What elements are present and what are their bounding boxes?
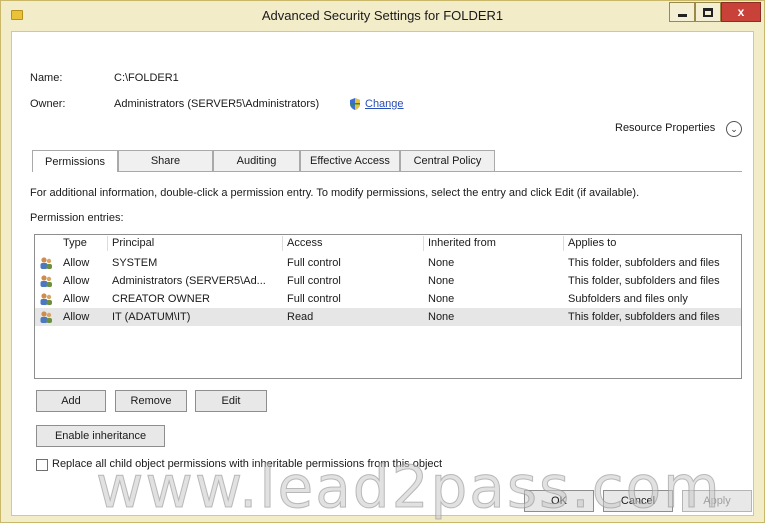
cell-principal: CREATOR OWNER — [112, 293, 210, 305]
table-row-selected[interactable]: Allow IT (ADATUM\IT) Read None This fold… — [35, 308, 741, 326]
minimize-button[interactable] — [669, 2, 695, 22]
column-divider[interactable] — [423, 236, 424, 251]
add-button[interactable]: Add — [36, 390, 106, 412]
users-icon — [40, 257, 52, 269]
window-title: Advanced Security Settings for FOLDER1 — [261, 8, 504, 23]
cell-inherited-from: None — [428, 311, 455, 323]
column-divider[interactable] — [563, 236, 564, 251]
cell-principal: Administrators (SERVER5\Ad... — [112, 275, 266, 287]
cell-access: Read — [287, 311, 314, 323]
table-row[interactable]: Allow Administrators (SERVER5\Ad... Full… — [35, 272, 741, 290]
column-header-applies-to[interactable]: Applies to — [568, 237, 616, 249]
cell-type: Allow — [63, 311, 90, 323]
column-header-access[interactable]: Access — [287, 237, 322, 249]
change-owner-link[interactable]: Change — [365, 98, 404, 110]
advanced-security-window: Advanced Security Settings for FOLDER1 x… — [0, 0, 765, 523]
cell-applies-to: Subfolders and files only — [568, 293, 688, 305]
enable-inheritance-button[interactable]: Enable inheritance — [36, 425, 165, 447]
table-row[interactable]: Allow SYSTEM Full control None This fold… — [35, 254, 741, 272]
remove-button[interactable]: Remove — [115, 390, 187, 412]
info-text: For additional information, double-click… — [30, 187, 640, 199]
tab-share[interactable]: Share — [118, 150, 213, 171]
users-icon — [40, 311, 52, 323]
cell-principal: IT (ADATUM\IT) — [112, 311, 191, 323]
chevron-down-circle-icon[interactable]: ⌄ — [726, 121, 742, 137]
column-divider[interactable] — [107, 236, 108, 251]
owner-value: Administrators (SERVER5\Administrators) — [114, 98, 320, 110]
cell-access: Full control — [287, 275, 341, 287]
tab-effective-access[interactable]: Effective Access — [300, 150, 400, 171]
tab-permissions[interactable]: Permissions — [32, 150, 118, 172]
cell-type: Allow — [63, 257, 90, 269]
cell-type: Allow — [63, 275, 90, 287]
apply-button[interactable]: Apply — [682, 490, 752, 512]
replace-permissions-checkbox[interactable] — [36, 459, 48, 471]
column-header-type[interactable]: Type — [63, 237, 87, 249]
name-value: C:\FOLDER1 — [114, 72, 179, 84]
owner-label: Owner: — [30, 98, 66, 110]
edit-button[interactable]: Edit — [195, 390, 267, 412]
cell-inherited-from: None — [428, 257, 455, 269]
tab-central-policy[interactable]: Central Policy — [400, 150, 495, 171]
cell-applies-to: This folder, subfolders and files — [568, 311, 720, 323]
maximize-button[interactable] — [695, 2, 721, 22]
close-button[interactable]: x — [721, 2, 761, 22]
users-icon — [40, 275, 52, 287]
cell-access: Full control — [287, 293, 341, 305]
column-header-principal[interactable]: Principal — [112, 237, 154, 249]
table-row[interactable]: Allow CREATOR OWNER Full control None Su… — [35, 290, 741, 308]
cell-inherited-from: None — [428, 293, 455, 305]
name-label: Name: — [30, 72, 63, 84]
users-icon — [40, 293, 52, 305]
title-bar[interactable]: Advanced Security Settings for FOLDER1 x — [1, 1, 764, 31]
maximize-icon — [703, 7, 713, 17]
replace-permissions-label[interactable]: Replace all child object permissions wit… — [52, 458, 442, 470]
cell-applies-to: This folder, subfolders and files — [568, 257, 720, 269]
cell-access: Full control — [287, 257, 341, 269]
tab-auditing[interactable]: Auditing — [213, 150, 300, 171]
cancel-button[interactable]: Cancel — [603, 490, 673, 512]
resource-properties-label[interactable]: Resource Properties — [615, 122, 715, 134]
list-header: Type Principal Access Inherited from App… — [35, 235, 741, 252]
column-divider[interactable] — [282, 236, 283, 251]
uac-shield-icon — [350, 98, 360, 110]
cell-applies-to: This folder, subfolders and files — [568, 275, 720, 287]
column-header-inherited-from[interactable]: Inherited from — [428, 237, 496, 249]
tab-panel-border — [32, 171, 742, 172]
permission-entries-list[interactable]: Type Principal Access Inherited from App… — [34, 234, 742, 379]
cell-principal: SYSTEM — [112, 257, 158, 269]
ok-button[interactable]: OK — [524, 490, 594, 512]
minimize-icon — [677, 13, 687, 17]
cell-type: Allow — [63, 293, 90, 305]
cell-inherited-from: None — [428, 275, 455, 287]
permission-entries-label: Permission entries: — [30, 212, 124, 224]
